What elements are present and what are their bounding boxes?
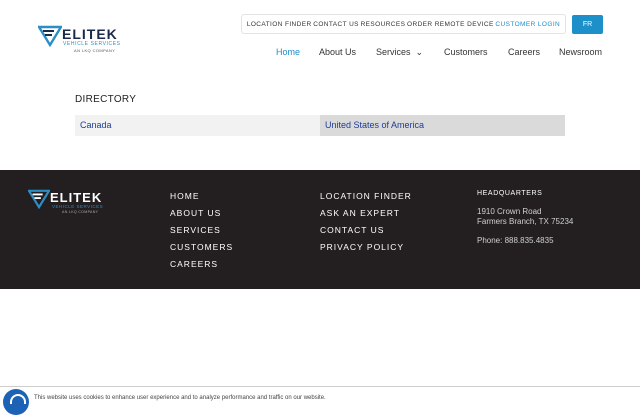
nav-item-services-label: Services <box>376 47 411 57</box>
nav-item-newsroom[interactable]: Newsroom <box>559 47 602 57</box>
nav-item-customers[interactable]: Customers <box>444 47 488 57</box>
cookie-consent-text: This website uses cookies to enhance use… <box>34 395 326 401</box>
nav-item-about-us[interactable]: About Us <box>319 47 356 57</box>
utility-link-contact-us[interactable]: CONTACT US <box>313 21 359 28</box>
footer-logo-subtext: AN LKQ COMPANY <box>62 210 99 214</box>
directory-link-canada[interactable]: Canada <box>75 115 320 136</box>
footer-logo[interactable]: ELITEK VEHICLE SERVICES AN LKQ COMPANY <box>28 189 128 215</box>
footer-link-services[interactable]: SERVICES <box>170 225 221 235</box>
cookie-settings-icon[interactable] <box>3 389 29 415</box>
footer-link-about-us[interactable]: ABOUT US <box>170 208 221 218</box>
footer-logo-brand-text: ELITEK <box>50 190 103 205</box>
footer-link-careers[interactable]: CAREERS <box>170 259 218 269</box>
elitek-logo-mark-icon <box>38 25 62 47</box>
footer-link-customers[interactable]: CUSTOMERS <box>170 242 233 252</box>
site-footer: ELITEK VEHICLE SERVICES AN LKQ COMPANY H… <box>0 170 640 289</box>
utility-link-resources[interactable]: RESOURCES <box>361 21 406 28</box>
utility-nav: LOCATION FINDER CONTACT US RESOURCES ORD… <box>241 14 566 34</box>
utility-link-order-remote-device[interactable]: ORDER REMOTE DEVICE <box>407 21 494 28</box>
utility-link-location-finder[interactable]: LOCATION FINDER <box>247 21 312 28</box>
utility-link-customer-login[interactable]: CUSTOMER LOGIN <box>495 21 560 28</box>
nav-item-services[interactable]: Services ⌄ <box>376 47 423 58</box>
footer-link-contact-us[interactable]: CONTACT US <box>320 225 384 235</box>
nav-item-careers[interactable]: Careers <box>508 47 540 57</box>
hq-address-line2: Farmers Branch, TX 75234 <box>477 217 574 226</box>
directory-table: Canada United States of America <box>75 115 565 136</box>
language-fr-button[interactable]: FR <box>572 15 603 34</box>
cookie-consent-bar: This website uses cookies to enhance use… <box>0 386 640 415</box>
footer-link-home[interactable]: HOME <box>170 191 200 201</box>
chevron-down-icon: ⌄ <box>415 47 424 57</box>
directory-title: DIRECTORY <box>75 94 137 105</box>
headquarters-title: HEADQUARTERS <box>477 190 543 197</box>
hq-phone[interactable]: Phone: 888.835.4835 <box>477 236 554 245</box>
main-nav: Home About Us Services ⌄ Customers Career… <box>0 47 640 61</box>
footer-link-ask-an-expert[interactable]: ASK AN EXPERT <box>320 208 400 218</box>
hq-address-line1: 1910 Crown Road <box>477 207 542 216</box>
logo-brand-text: ELITEK <box>62 26 118 42</box>
footer-logo-mark-icon <box>28 189 50 209</box>
footer-link-location-finder[interactable]: LOCATION FINDER <box>320 191 412 201</box>
footer-logo-tagline: VEHICLE SERVICES <box>52 204 104 209</box>
directory-link-usa[interactable]: United States of America <box>320 115 565 136</box>
nav-item-home[interactable]: Home <box>276 47 300 57</box>
footer-link-privacy-policy[interactable]: PRIVACY POLICY <box>320 242 404 252</box>
